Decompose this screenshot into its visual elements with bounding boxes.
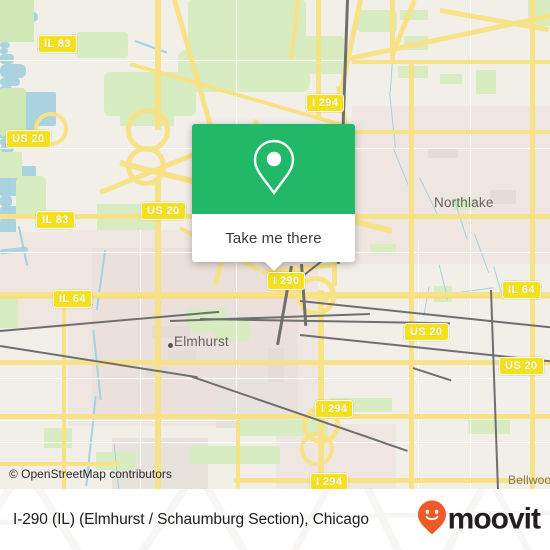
stream [423, 286, 430, 316]
road-segment [234, 478, 550, 483]
interchange-loop [126, 146, 166, 186]
bottom-title-bar: I-290 (IL) (Elmhurst / Schaumburg Sectio… [0, 489, 550, 550]
stream [8, 178, 10, 230]
water-body [0, 64, 26, 78]
place-label-elmhurst: Elmhurst [174, 334, 229, 349]
road-shield-i294-north: I 294 [306, 94, 345, 112]
building-block [168, 350, 196, 360]
park-area [190, 446, 280, 464]
road-segment [352, 60, 550, 64]
road-shield-il64-west: IL 64 [53, 290, 92, 308]
road-shield-il64-east: IL 64 [502, 281, 541, 299]
road-shield-us20-far-east: US 20 [499, 357, 544, 375]
minor-street [0, 442, 550, 444]
building-block [428, 148, 458, 158]
moovit-map-screenshot: Northlake Elmhurst Bellwood IL 83 US 20 … [0, 0, 550, 550]
road-segment [155, 180, 161, 489]
place-label-bellwood: Bellwood [508, 473, 550, 487]
popup-image-header [192, 124, 355, 214]
popup-pointer-tip [263, 261, 284, 271]
road-segment [62, 290, 66, 489]
park-area [76, 32, 128, 58]
road-shield-il83-north: IL 83 [38, 35, 77, 53]
road-shield-us20-west: US 20 [6, 130, 51, 148]
building-block [490, 190, 516, 204]
road-segment [530, 0, 535, 489]
building-block [268, 348, 284, 382]
moovit-wordmark: moovit [447, 502, 541, 536]
minor-street [0, 420, 236, 422]
place-label-northlake: Northlake [434, 195, 494, 210]
interchange-loop [300, 432, 334, 466]
transit-stop-dot [168, 343, 173, 348]
road-shield-us20-mid: US 20 [141, 202, 186, 220]
stream [134, 40, 168, 54]
location-popup-card[interactable]: Take me there [192, 124, 355, 271]
popup-action-footer[interactable]: Take me there [192, 214, 355, 271]
road-shield-il83-mid: IL 83 [36, 211, 75, 229]
park-area [468, 420, 510, 434]
map-canvas[interactable]: Northlake Elmhurst Bellwood IL 83 US 20 … [0, 0, 550, 489]
road-shield-i294-south: I 294 [310, 473, 349, 489]
park-area [440, 74, 462, 84]
water-body [0, 54, 14, 64]
road-segment [236, 420, 240, 489]
popup-action-label: Take me there [225, 229, 322, 247]
park-area [0, 88, 26, 136]
road-segment [409, 60, 414, 489]
minor-street [0, 378, 550, 380]
moovit-smiling-pin-icon [417, 499, 447, 540]
moovit-brand[interactable]: moovit [417, 499, 541, 540]
road-shield-us20-east: US 20 [404, 323, 449, 341]
water-body [0, 196, 12, 206]
road-shield-i290: I 290 [267, 272, 306, 290]
road-shield-i294-mid: I 294 [315, 400, 354, 418]
park-area [0, 152, 22, 178]
road-segment [0, 462, 120, 466]
park-area [0, 0, 34, 42]
park-area [226, 0, 274, 26]
map-pin-icon [251, 138, 297, 201]
osm-attribution[interactable]: © OpenStreetMap contributors [9, 467, 172, 481]
water-body [0, 78, 20, 86]
road-segment [0, 360, 550, 365]
park-area [476, 70, 496, 94]
page-title: I-290 (IL) (Elmhurst / Schaumburg Sectio… [13, 510, 369, 528]
road-segment [0, 414, 550, 419]
park-area [44, 428, 72, 448]
